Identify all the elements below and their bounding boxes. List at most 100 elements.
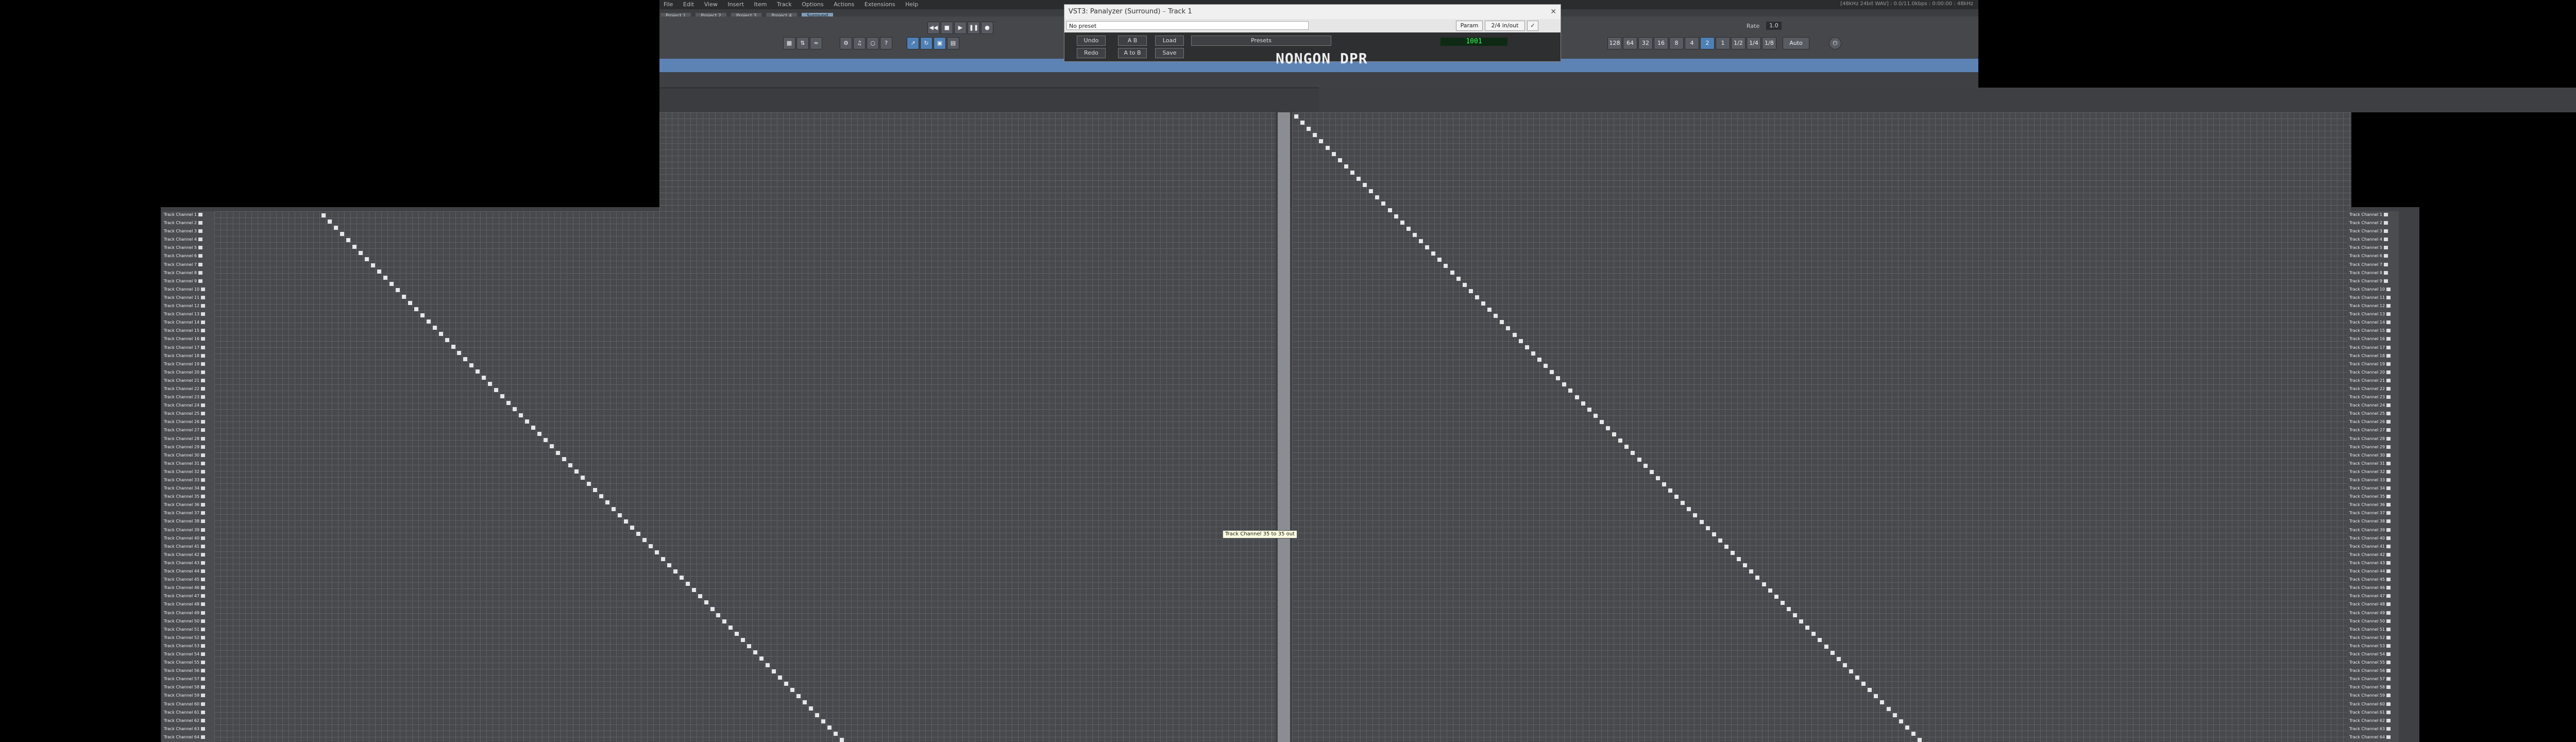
row-swatch-icon[interactable] xyxy=(201,486,206,491)
metronome-icon[interactable]: ♫ xyxy=(853,37,866,49)
row-swatch-icon[interactable] xyxy=(201,586,206,590)
row-swatch-icon[interactable] xyxy=(2386,735,2391,739)
row-swatch-icon[interactable] xyxy=(2386,362,2391,366)
lock-icon[interactable]: ○ xyxy=(867,37,879,49)
row-swatch-icon[interactable] xyxy=(201,536,206,540)
routing-cell-active[interactable] xyxy=(383,276,387,280)
row-swatch-icon[interactable] xyxy=(201,552,206,556)
row-swatch-icon[interactable] xyxy=(2386,312,2391,316)
routing-cell-active[interactable] xyxy=(1307,127,1311,131)
routing-cell-active[interactable] xyxy=(1731,551,1735,555)
preset-dropdown[interactable]: No preset xyxy=(1066,21,1309,30)
close-icon[interactable]: ✕ xyxy=(1550,5,1556,19)
row-swatch-icon[interactable] xyxy=(201,528,206,532)
routing-cell-active[interactable] xyxy=(1693,513,1698,518)
row-swatch-icon[interactable] xyxy=(2386,652,2391,656)
row-swatch-icon[interactable] xyxy=(198,238,202,242)
routing-cell-active[interactable] xyxy=(1462,282,1467,287)
zoom-btn-half[interactable]: 1/2 xyxy=(1731,37,1745,49)
routing-cell-active[interactable] xyxy=(1749,569,1754,574)
routing-cell-active[interactable] xyxy=(636,532,640,536)
routing-cell-active[interactable] xyxy=(796,694,801,699)
routing-cell-active[interactable] xyxy=(1918,738,1922,742)
row-swatch-icon[interactable] xyxy=(201,312,206,316)
menu-item-extensions[interactable]: Extensions xyxy=(860,0,900,9)
routing-cell-active[interactable] xyxy=(1581,401,1585,406)
routing-cell-active[interactable] xyxy=(1294,114,1298,119)
row-swatch-icon[interactable] xyxy=(2386,528,2391,532)
routing-cell-active[interactable] xyxy=(1830,650,1835,655)
row-swatch-icon[interactable] xyxy=(2386,718,2391,722)
row-swatch-icon[interactable] xyxy=(2386,635,2391,639)
param-button[interactable]: Param xyxy=(1456,21,1483,31)
row-swatch-icon[interactable] xyxy=(201,735,206,739)
routing-cell-active[interactable] xyxy=(1568,389,1573,393)
routing-cell-active[interactable] xyxy=(451,344,455,349)
routing-cell-active[interactable] xyxy=(488,382,493,386)
routing-cell-active[interactable] xyxy=(1412,232,1417,237)
routing-cell-active[interactable] xyxy=(722,619,727,623)
row-swatch-icon[interactable] xyxy=(201,727,206,731)
row-swatch-icon[interactable] xyxy=(2386,295,2391,299)
routing-cell-active[interactable] xyxy=(1357,177,1361,181)
zoom-btn-2[interactable]: 2 xyxy=(1700,37,1715,49)
row-swatch-icon[interactable] xyxy=(2383,254,2388,258)
row-swatch-icon[interactable] xyxy=(201,469,206,474)
row-swatch-icon[interactable] xyxy=(201,304,206,308)
row-swatch-icon[interactable] xyxy=(201,644,206,648)
routing-cell-active[interactable] xyxy=(728,625,733,630)
row-swatch-icon[interactable] xyxy=(2386,627,2391,631)
routing-cell-active[interactable] xyxy=(1593,413,1598,418)
routing-cell-active[interactable] xyxy=(1556,376,1561,381)
routing-cell-active[interactable] xyxy=(1818,638,1822,643)
routing-cell-active[interactable] xyxy=(1724,544,1728,549)
row-swatch-icon[interactable] xyxy=(2383,221,2388,225)
row-swatch-icon[interactable] xyxy=(201,627,206,631)
row-swatch-icon[interactable] xyxy=(2386,727,2391,731)
routing-cell-active[interactable] xyxy=(377,269,381,274)
routing-cell-active[interactable] xyxy=(1786,606,1791,611)
row-swatch-icon[interactable] xyxy=(2386,461,2391,465)
routing-cell-active[interactable] xyxy=(513,407,517,411)
grid-icon[interactable]: ▦ xyxy=(783,37,795,49)
routing-cell-active[interactable] xyxy=(741,638,745,643)
routing-cell-active[interactable] xyxy=(1500,320,1504,325)
save-button[interactable]: Save xyxy=(1155,48,1184,58)
zoom-btn-quarter[interactable]: 1/4 xyxy=(1747,37,1761,49)
a-to-b-button[interactable]: A to B xyxy=(1118,48,1147,58)
routing-cell-active[interactable] xyxy=(519,413,523,417)
routing-cell-active[interactable] xyxy=(432,326,437,330)
stop-icon[interactable]: ■ xyxy=(941,22,953,34)
routing-cell-active[interactable] xyxy=(1300,121,1305,125)
routing-cell-active[interactable] xyxy=(389,282,394,286)
routing-cell-active[interactable] xyxy=(1350,170,1354,175)
routing-cell-active[interactable] xyxy=(333,226,338,230)
routing-cell-active[interactable] xyxy=(1325,145,1330,150)
routing-cell-active[interactable] xyxy=(1431,251,1436,256)
routing-cell-active[interactable] xyxy=(1662,482,1666,486)
row-swatch-icon[interactable] xyxy=(201,428,206,432)
row-swatch-icon[interactable] xyxy=(201,561,206,565)
routing-cell-active[interactable] xyxy=(531,426,536,430)
routing-cell-active[interactable] xyxy=(556,450,561,455)
row-swatch-icon[interactable] xyxy=(201,337,206,341)
row-swatch-icon[interactable] xyxy=(2386,345,2391,349)
routing-cell-active[interactable] xyxy=(1506,326,1511,331)
routing-cell-active[interactable] xyxy=(463,357,468,361)
row-swatch-icon[interactable] xyxy=(2383,246,2388,250)
zoom-btn-4[interactable]: 4 xyxy=(1685,37,1699,49)
row-swatch-icon[interactable] xyxy=(2386,486,2391,491)
routing-cell-active[interactable] xyxy=(438,332,443,336)
menu-item-edit[interactable]: Edit xyxy=(679,0,698,9)
routing-cell-active[interactable] xyxy=(340,232,344,237)
row-swatch-icon[interactable] xyxy=(2386,495,2391,499)
routing-cell-active[interactable] xyxy=(1743,563,1748,568)
routing-cell-active[interactable] xyxy=(691,588,696,593)
routing-cell-active[interactable] xyxy=(1363,183,1367,188)
row-swatch-icon[interactable] xyxy=(201,362,206,366)
row-swatch-icon[interactable] xyxy=(2386,669,2391,673)
zoom-btn-128[interactable]: 128 xyxy=(1607,37,1622,49)
routing-cell-active[interactable] xyxy=(1524,345,1529,349)
routing-cell-active[interactable] xyxy=(352,244,357,249)
routing-cell-active[interactable] xyxy=(1824,644,1828,649)
